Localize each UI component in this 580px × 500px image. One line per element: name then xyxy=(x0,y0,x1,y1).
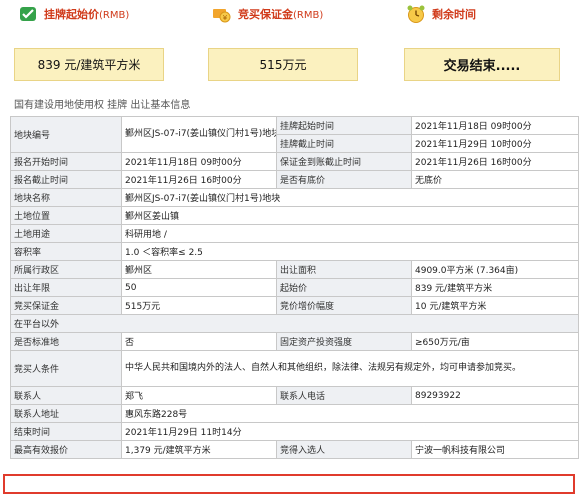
field-value: 2021年11月18日 09时00分 xyxy=(121,152,277,171)
table-row: 报名截止时间 2021年11月26日 16时00分 是否有底价 无底价 xyxy=(10,170,579,189)
start-price-value: 839 元/建筑平方米 xyxy=(14,48,164,81)
field-label: 竞买保证金 xyxy=(10,296,122,315)
field-value: 2021年11月29日 11时14分 xyxy=(121,422,579,441)
platform-section-header: 在平台以外 xyxy=(10,314,579,333)
field-label: 联系人地址 xyxy=(10,404,122,423)
field-label: 土地用途 xyxy=(10,224,122,243)
field-value: 惠风东路228号 xyxy=(121,404,579,423)
remaining-card: 剩余时间 交易结束..... xyxy=(388,0,560,81)
field-value: 2021年11月29日 10时00分 xyxy=(411,134,579,153)
field-label: 出让年限 xyxy=(10,278,122,297)
table-row: 竞买人条件 中华人民共和国境内外的法人、自然人和其他组织，除法律、法规另有规定外… xyxy=(10,350,579,387)
field-label: 起始价 xyxy=(276,278,412,297)
field-value: 2021年11月18日 09时00分 xyxy=(411,116,579,135)
field-value: 宁波一帆科技有限公司 xyxy=(411,440,579,459)
field-label: 是否标准地 xyxy=(10,332,122,351)
table-row: 土地用途 科研用地 / xyxy=(10,224,579,243)
field-value: 鄞州区JS-07-i7(姜山镇仪门村1号)地块 xyxy=(121,116,277,153)
field-value: 否 xyxy=(121,332,277,351)
table-row: 地块名称 鄞州区JS-07-i7(姜山镇仪门村1号)地块 xyxy=(10,188,579,207)
field-value: 2021年11月26日 16时00分 xyxy=(411,152,579,171)
field-value: 4909.0平方米 (7.364亩) xyxy=(411,260,579,279)
svg-text:¥: ¥ xyxy=(223,14,228,22)
field-value: 无底价 xyxy=(411,170,579,189)
field-label: 竞价增价幅度 xyxy=(276,296,412,315)
field-label: 结束时间 xyxy=(10,422,122,441)
field-label: 联系人电话 xyxy=(276,386,412,405)
start-price-title: 挂牌起始价(RMB) xyxy=(44,8,130,21)
field-label: 联系人 xyxy=(10,386,122,405)
field-label: 固定资产投资强度 xyxy=(276,332,412,351)
start-price-card: 挂牌起始价(RMB) 839 元/建筑平方米 xyxy=(0,0,164,81)
field-value: 鄞州区 xyxy=(121,260,277,279)
field-value: 10 元/建筑平方米 xyxy=(411,296,579,315)
table-row: 结束时间 2021年11月29日 11时14分 xyxy=(10,422,579,441)
field-label: 土地位置 xyxy=(10,206,122,225)
table-row: 地块编号 鄞州区JS-07-i7(姜山镇仪门村1号)地块 挂牌起始时间 2021… xyxy=(10,116,579,153)
field-value: 839 元/建筑平方米 xyxy=(411,278,579,297)
field-value: 2021年11月26日 16时00分 xyxy=(121,170,277,189)
table-row: 竞买保证金 515万元 竞价增价幅度 10 元/建筑平方米 xyxy=(10,296,579,315)
table-row: 所属行政区 鄞州区 出让面积 4909.0平方米 (7.364亩) xyxy=(10,260,579,279)
field-label: 地块名称 xyxy=(10,188,122,207)
deposit-title: 竞买保证金(RMB) xyxy=(238,8,324,21)
table-row: 出让年限 50 起始价 839 元/建筑平方米 xyxy=(10,278,579,297)
field-label: 出让面积 xyxy=(276,260,412,279)
table-row: 联系人地址 惠风东路228号 xyxy=(10,404,579,423)
field-value: 1,379 元/建筑平方米 xyxy=(121,440,277,459)
field-label: 挂牌截止时间 xyxy=(276,134,412,153)
field-value: 89293922 xyxy=(411,386,579,405)
section-title: 国有建设用地使用权 挂牌 出让基本信息 xyxy=(14,100,191,111)
table-row: 是否标准地 否 固定资产投资强度 ≥650万元/亩 xyxy=(10,332,579,351)
field-value: 中华人民共和国境内外的法人、自然人和其他组织，除法律、法规另有规定外，均可申请参… xyxy=(121,350,579,387)
field-label: 竞买人条件 xyxy=(10,350,122,387)
field-value: 1.0 ＜容积率≤ 2.5 xyxy=(121,242,579,261)
field-value: 50 xyxy=(121,278,277,297)
field-value: 科研用地 / xyxy=(121,224,579,243)
table-row: 土地位置 鄞州区姜山镇 xyxy=(10,206,579,225)
table-row: 容积率 1.0 ＜容积率≤ 2.5 xyxy=(10,242,579,261)
field-label: 地块编号 xyxy=(10,116,122,153)
field-label: 所属行政区 xyxy=(10,260,122,279)
money-coins-icon: ¥ xyxy=(213,9,231,23)
result-highlight-box xyxy=(3,474,575,494)
table-row: 报名开始时间 2021年11月18日 09时00分 保证金到账截止时间 2021… xyxy=(10,152,579,171)
remaining-title: 剩余时间 xyxy=(432,8,476,21)
field-value: 515万元 xyxy=(121,296,277,315)
field-value: ≥650万元/亩 xyxy=(411,332,579,351)
field-label: 容积率 xyxy=(10,242,122,261)
field-label: 报名开始时间 xyxy=(10,152,122,171)
field-label: 挂牌起始时间 xyxy=(276,116,412,135)
price-tag-icon xyxy=(20,7,36,21)
field-label: 报名截止时间 xyxy=(10,170,122,189)
deposit-value: 515万元 xyxy=(208,48,358,81)
alarm-clock-icon xyxy=(407,5,425,23)
table-row: 联系人 郑飞 联系人电话 89293922 xyxy=(10,386,579,405)
table-row: 最高有效报价 1,379 元/建筑平方米 竞得入选人 宁波一帆科技有限公司 xyxy=(10,440,579,459)
remaining-value: 交易结束..... xyxy=(404,48,560,81)
field-label: 保证金到账截止时间 xyxy=(276,152,412,171)
field-value: 郑飞 xyxy=(121,386,277,405)
deposit-card: ¥ 竞买保证金(RMB) 515万元 xyxy=(194,0,358,81)
table-row: 在平台以外 xyxy=(10,314,579,333)
field-value: 鄞州区JS-07-i7(姜山镇仪门村1号)地块 xyxy=(121,188,579,207)
field-label: 最高有效报价 xyxy=(10,440,122,459)
field-label: 是否有底价 xyxy=(276,170,412,189)
field-label: 竞得入选人 xyxy=(276,440,412,459)
field-value: 鄞州区姜山镇 xyxy=(121,206,579,225)
info-table: 地块编号 鄞州区JS-07-i7(姜山镇仪门村1号)地块 挂牌起始时间 2021… xyxy=(10,116,579,459)
summary-bar: 挂牌起始价(RMB) 839 元/建筑平方米 ¥ 竞买保证金(RMB) 515万… xyxy=(0,0,580,86)
